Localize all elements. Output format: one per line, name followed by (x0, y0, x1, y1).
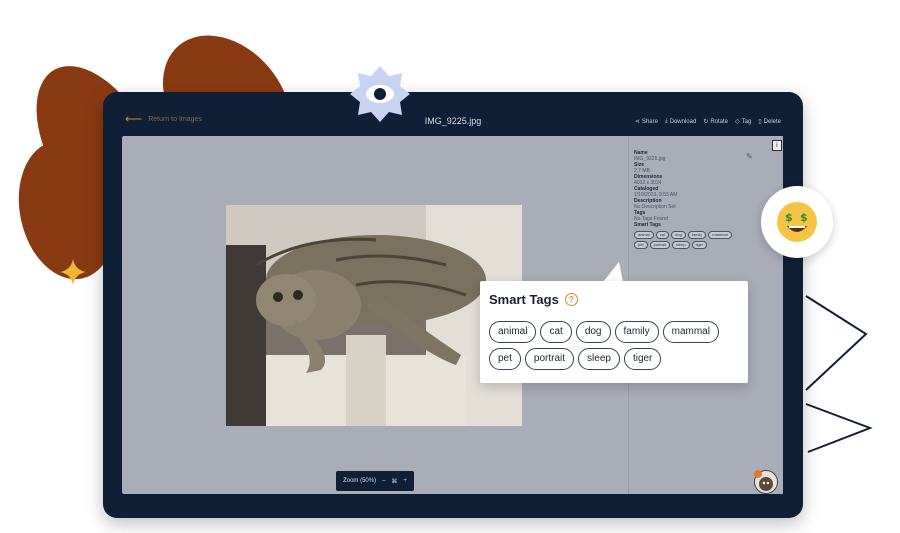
tag-chip-dog[interactable]: dog (575, 321, 611, 343)
tag-chip-pet[interactable]: pet (489, 348, 521, 370)
tag-chip-cat[interactable]: cat (540, 321, 572, 343)
eye-icon (350, 66, 410, 122)
tag-chip-tiger[interactable]: tiger (623, 348, 662, 370)
tag-chip-portrait[interactable]: portrait (524, 348, 575, 370)
svg-text:$: $ (785, 211, 793, 224)
callout-pointer (603, 262, 623, 282)
money-face-icon: $ $ (777, 202, 817, 242)
tag-chip-animal[interactable]: animal (489, 321, 537, 343)
smart-tags-title: Smart Tags (489, 292, 559, 307)
money-face-emoji: $ $ (761, 186, 833, 258)
tag-chip-sleep[interactable]: sleep (578, 348, 620, 370)
smart-tags-list: animal cat dog family mammal pet portrai… (489, 321, 745, 370)
smart-tags-callout: Smart Tags ? animal cat dog family mamma… (480, 281, 748, 383)
smart-tags-heading: Smart Tags ? (489, 292, 578, 307)
tag-chip-family[interactable]: family (614, 321, 659, 343)
svg-text:$: $ (800, 211, 808, 224)
help-icon[interactable]: ? (564, 293, 578, 306)
tag-chip-mammal[interactable]: mammal (662, 321, 719, 343)
